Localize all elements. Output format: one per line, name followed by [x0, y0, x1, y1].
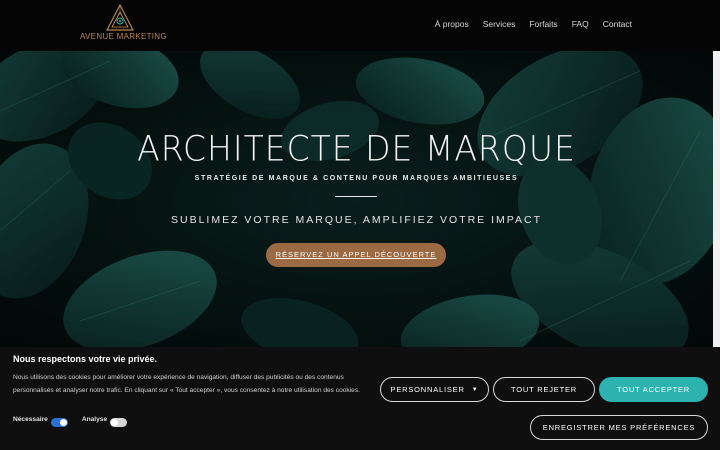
caret-down-icon: ▼ — [471, 387, 479, 393]
toggle-analytics: Analyse — [81, 416, 128, 427]
logo[interactable]: AVENUE MARKETING — [80, 4, 167, 44]
site-header: AVENUE MARKETING À propos Services Forfa… — [0, 0, 720, 51]
toggle-analytics-switch[interactable] — [110, 418, 128, 427]
main-nav: À propos Services Forfaits FAQ Contact — [435, 19, 632, 29]
hero-section: ARCHITECTE DE MARQUE STRATÉGIE DE MARQUE… — [0, 51, 713, 351]
logo-text: AVENUE MARKETING — [80, 32, 167, 41]
reject-all-button[interactable]: TOUT REJETER — [493, 377, 595, 402]
hero-title: ARCHITECTE DE MARQUE — [137, 128, 576, 169]
nav-item-forfaits[interactable]: Forfaits — [529, 19, 557, 29]
leaf-background-image — [0, 51, 713, 351]
toggle-necessary-label: Nécessaire — [13, 416, 48, 423]
customize-button-label: PERSONNALISER — [390, 385, 465, 394]
book-call-button[interactable]: RÉSERVEZ UN APPEL DÉCOUVERTE — [266, 243, 446, 267]
save-preferences-button[interactable]: ENREGISTRER MES PRÉFÉRENCES — [530, 415, 708, 440]
logo-emblem-icon — [106, 4, 134, 31]
nav-item-services[interactable]: Services — [483, 19, 516, 29]
hero-divider — [335, 196, 377, 197]
toggle-analytics-label: Analyse — [81, 416, 108, 423]
toggle-necessary: Nécessaire — [13, 416, 68, 427]
hero-tagline: SUBLIMEZ VOTRE MARQUE, AMPLIFIEZ VOTRE I… — [170, 214, 542, 226]
cookie-consent-banner: Nous respectons votre vie privée. Nous u… — [0, 347, 720, 450]
cookie-description: Nous utilisons des cookies pour améliore… — [13, 374, 360, 394]
nav-item-contact[interactable]: Contact — [603, 19, 632, 29]
customize-button[interactable]: PERSONNALISER ▼ — [380, 377, 489, 402]
accept-all-button[interactable]: TOUT ACCEPTER — [599, 377, 708, 402]
nav-item-faq[interactable]: FAQ — [572, 19, 589, 29]
hero-subtitle: STRATÉGIE DE MARQUE & CONTENU POUR MARQU… — [194, 175, 519, 182]
nav-item-a-propos[interactable]: À propos — [435, 19, 469, 29]
page-scrollbar[interactable] — [713, 51, 720, 351]
toggle-necessary-switch[interactable] — [50, 418, 68, 427]
cookie-toggles: Nécessaire Analyse — [13, 416, 128, 427]
cookie-title: Nous respectons votre vie privée. — [13, 354, 158, 364]
